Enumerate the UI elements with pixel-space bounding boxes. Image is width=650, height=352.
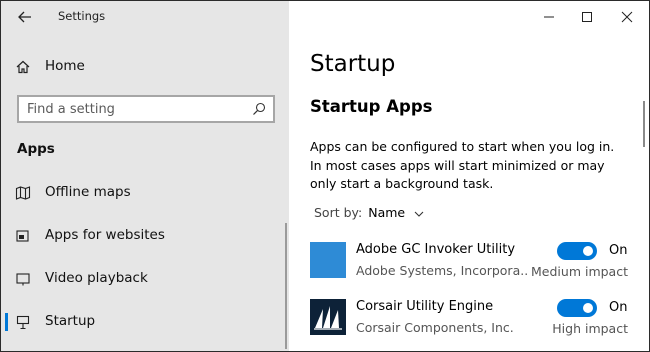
- sidebar-item-video-playback[interactable]: Video playback: [1, 261, 289, 297]
- app-publisher: Corsair Components, Inc.: [356, 320, 514, 335]
- minimize-icon: [544, 16, 554, 18]
- sort-dropdown[interactable]: Sort by: Name: [314, 205, 425, 225]
- app-name: Adobe GC Invoker Utility: [356, 242, 516, 257]
- toggle-knob: [583, 303, 593, 313]
- sort-label: Sort by:: [314, 205, 363, 220]
- startup-icon: [16, 315, 30, 330]
- app-publisher: Adobe Systems, Incorpora...: [356, 263, 528, 278]
- main-content: Startup Startup Apps Apps can be configu…: [289, 1, 649, 351]
- corsair-logo-icon: [314, 306, 342, 330]
- toggle-state-label: On: [609, 243, 628, 258]
- maximize-button[interactable]: [573, 5, 601, 29]
- startup-app-row: Adobe GC Invoker Utility Adobe Systems, …: [310, 242, 630, 282]
- sidebar-item-label: Home: [45, 58, 85, 74]
- chevron-down-icon: [414, 211, 424, 217]
- content-scrollbar[interactable]: [643, 101, 645, 147]
- sidebar: Settings Home Apps Offline maps: [1, 1, 289, 351]
- search-box[interactable]: [17, 95, 275, 123]
- back-button[interactable]: [15, 7, 35, 27]
- sidebar-item-offline-maps[interactable]: Offline maps: [1, 175, 289, 211]
- link-window-icon: [16, 230, 29, 242]
- page-title: Startup: [310, 51, 396, 77]
- close-button[interactable]: [613, 5, 641, 29]
- sidebar-item-startup[interactable]: Startup: [1, 304, 289, 340]
- home-icon: [16, 60, 30, 74]
- toggle-state-label: On: [609, 300, 628, 315]
- description-text: Apps can be configured to start when you…: [310, 139, 615, 191]
- search-input[interactable]: [27, 100, 237, 118]
- impact-label: Medium impact: [531, 264, 628, 279]
- search-icon[interactable]: [251, 101, 267, 117]
- section-title: Startup Apps: [310, 97, 433, 116]
- sidebar-item-label: Offline maps: [45, 184, 131, 200]
- sidebar-scrollbar[interactable]: [285, 223, 287, 349]
- corsair-logo-icon: [310, 299, 346, 335]
- sidebar-item-apps-for-websites[interactable]: Apps for websites: [1, 218, 289, 254]
- minimize-button[interactable]: [535, 5, 563, 29]
- impact-label: High impact: [552, 321, 628, 336]
- sidebar-item-label: Video playback: [45, 270, 148, 286]
- settings-window: Settings Home Apps Offline maps: [0, 0, 650, 352]
- title-bar: Settings: [1, 1, 289, 33]
- app-name: Corsair Utility Engine: [356, 299, 494, 314]
- close-icon: [621, 11, 633, 23]
- back-arrow-icon: [18, 11, 31, 23]
- toggle-knob: [583, 246, 593, 256]
- map-icon: [15, 186, 31, 200]
- startup-app-row: Corsair Utility Engine Corsair Component…: [310, 299, 630, 339]
- maximize-icon: [582, 12, 592, 22]
- selected-indicator: [5, 313, 8, 331]
- sidebar-item-label: Apps for websites: [45, 227, 165, 243]
- app-title: Settings: [58, 9, 106, 23]
- sort-value: Name: [368, 205, 406, 220]
- startup-toggle[interactable]: [557, 299, 597, 317]
- startup-toggle[interactable]: [557, 242, 597, 260]
- adobe-app-icon: [310, 242, 346, 278]
- sidebar-item-home[interactable]: Home: [1, 49, 289, 85]
- video-icon: [16, 273, 30, 286]
- section-heading: Apps: [17, 141, 55, 157]
- sidebar-item-label: Startup: [45, 313, 96, 329]
